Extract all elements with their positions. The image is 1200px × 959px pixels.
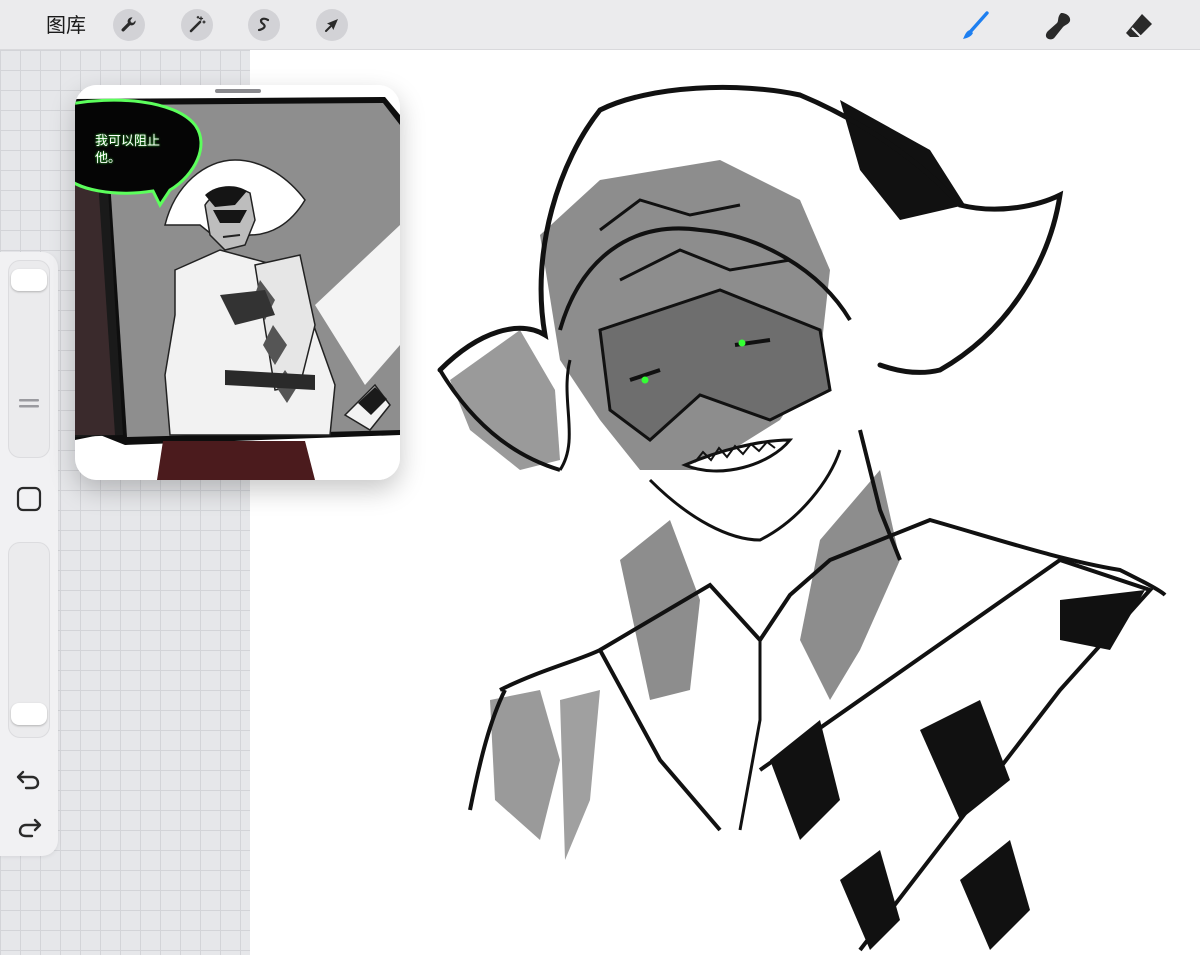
- eraser-icon: [1126, 14, 1152, 38]
- brush-tool-button[interactable]: [956, 6, 996, 46]
- selection-icon: [257, 17, 270, 32]
- magic-wand-icon: [189, 15, 206, 33]
- redo-button[interactable]: [14, 812, 44, 842]
- actions-button[interactable]: [113, 9, 145, 41]
- gallery-button[interactable]: 图库: [46, 12, 86, 38]
- adjustments-button[interactable]: [181, 9, 213, 41]
- smudge-tool-button[interactable]: [1038, 6, 1078, 46]
- top-toolbar: 图库: [0, 0, 1200, 50]
- left-sidebar: [0, 252, 58, 856]
- eraser-tool-button[interactable]: [1119, 6, 1159, 46]
- speech-bubble-text: 我可以阻止他。: [95, 134, 161, 166]
- transform-button[interactable]: [316, 9, 348, 41]
- selection-button[interactable]: [248, 9, 280, 41]
- arrow-cursor-icon: [325, 19, 338, 32]
- brush-size-slider[interactable]: [8, 260, 50, 458]
- grip-lines-icon: [19, 399, 39, 408]
- redo-icon: [18, 818, 42, 838]
- reference-window[interactable]: 我可以阻止他。: [75, 85, 400, 480]
- smudge-icon: [1045, 13, 1071, 40]
- wrench-icon: [121, 17, 136, 32]
- opacity-slider[interactable]: [8, 542, 50, 738]
- square-icon: [16, 486, 42, 512]
- reference-grabber[interactable]: [215, 89, 261, 93]
- brush-icon: [963, 11, 989, 39]
- undo-button[interactable]: [14, 764, 44, 794]
- opacity-handle[interactable]: [11, 703, 47, 725]
- modify-button[interactable]: [14, 484, 44, 514]
- brush-size-handle[interactable]: [11, 269, 47, 291]
- undo-icon: [16, 770, 40, 790]
